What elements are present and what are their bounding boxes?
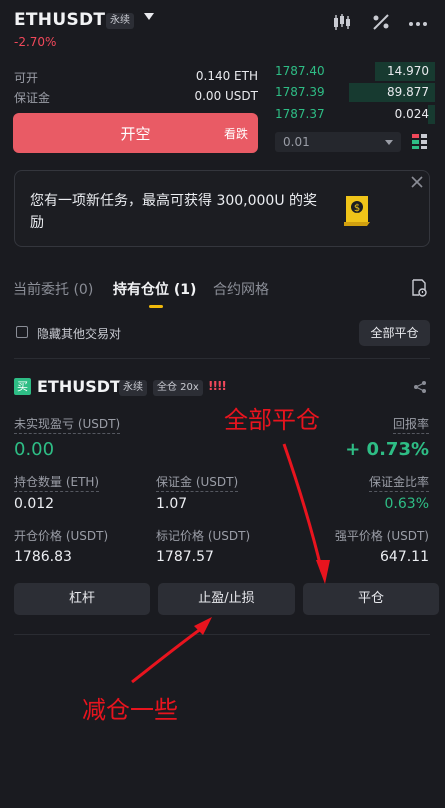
annotation-arrows — [131, 443, 330, 684]
arrow-head-icon — [316, 560, 330, 584]
